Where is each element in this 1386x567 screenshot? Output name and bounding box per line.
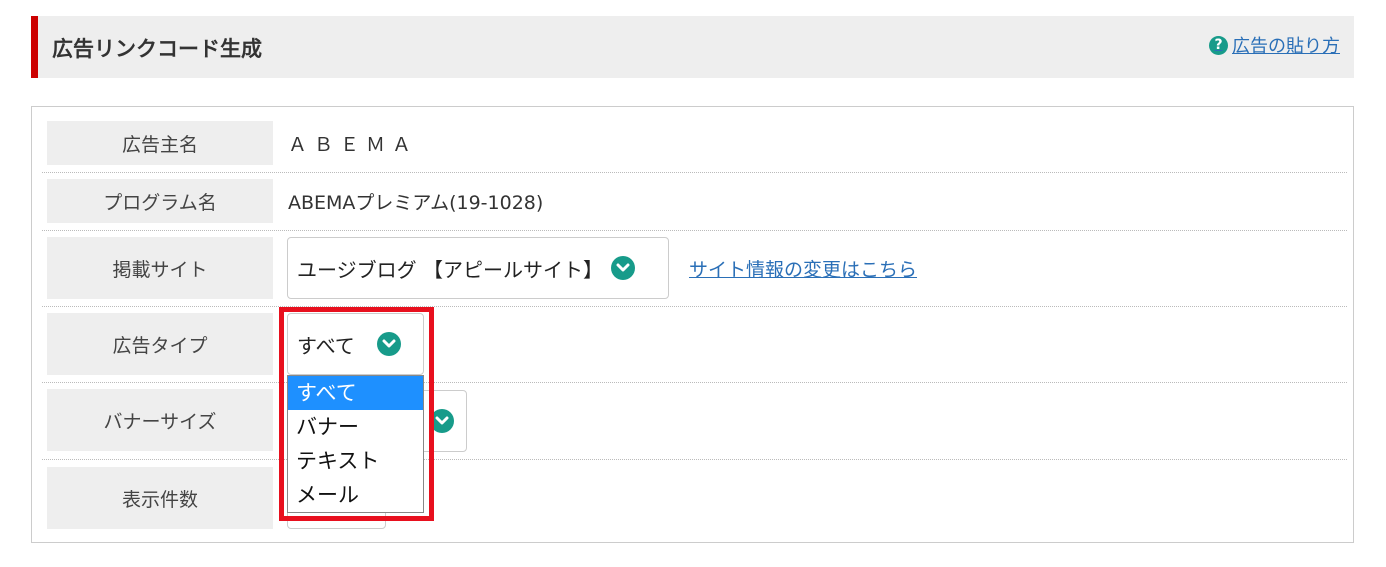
ad-type-dropdown-list[interactable]: すべて バナー テキスト メール [287, 375, 424, 513]
site-label: 掲載サイト [47, 237, 273, 299]
row-divider [42, 172, 1347, 173]
ad-type-select[interactable]: すべて [287, 313, 424, 375]
chevron-down-icon [376, 332, 401, 356]
display-count-label: 表示件数 [47, 467, 273, 529]
ad-type-select-value: すべて [297, 333, 355, 358]
ad-type-option-text[interactable]: テキスト [288, 444, 423, 478]
page-title: 広告リンクコード生成 [52, 37, 262, 61]
chevron-down-icon [610, 256, 635, 280]
site-select[interactable]: ユージブログ 【アピールサイト】 [287, 237, 669, 299]
row-divider [42, 230, 1347, 231]
ad-type-option-all[interactable]: すべて [288, 376, 423, 410]
advertiser-value: ＡＢＥＭＡ [288, 134, 419, 156]
row-divider [42, 306, 1347, 307]
banner-size-label: バナーサイズ [47, 389, 273, 451]
chevron-down-icon [430, 409, 454, 433]
ad-type-option-mail[interactable]: メール [288, 478, 423, 512]
ad-type-label: 広告タイプ [47, 313, 273, 375]
help-link[interactable]: ? 広告の貼り方 [1209, 32, 1340, 58]
row-divider [42, 382, 1347, 383]
site-info-change-link[interactable]: サイト情報の変更はこちら [689, 255, 917, 282]
ad-type-option-banner[interactable]: バナー [288, 410, 423, 444]
program-label: プログラム名 [47, 179, 273, 223]
help-link-label: 広告の貼り方 [1232, 36, 1340, 57]
row-divider [42, 459, 1347, 460]
page-header: 広告リンクコード生成 ? 広告の貼り方 [31, 16, 1354, 78]
ad-link-form: 広告主名 ＡＢＥＭＡ プログラム名 ABEMAプレミアム(19-1028) 掲載… [31, 106, 1354, 543]
program-value: ABEMAプレミアム(19-1028) [288, 192, 544, 214]
site-select-value: ユージブログ 【アピールサイト】 [297, 257, 603, 282]
question-circle-icon: ? [1209, 35, 1228, 55]
advertiser-label: 広告主名 [47, 121, 273, 165]
